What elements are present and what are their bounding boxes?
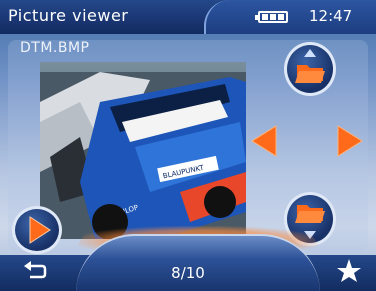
image-counter: 8/10 xyxy=(171,264,205,282)
folder-icon xyxy=(295,49,325,83)
battery-icon xyxy=(255,11,288,23)
race-car-image: BLAUPUNKT DUNLOP xyxy=(40,72,246,239)
next-arrow-icon[interactable] xyxy=(336,124,364,158)
folder-up-button[interactable] xyxy=(284,42,336,96)
play-icon xyxy=(29,216,51,244)
picture-viewer-screen: Picture viewer 12:47 DTM.BMP BLAUPUNKT D… xyxy=(0,0,376,291)
slideshow-play-button[interactable] xyxy=(12,206,62,254)
picture-display[interactable]: BLAUPUNKT DUNLOP xyxy=(40,62,246,239)
back-arrow-icon[interactable] xyxy=(22,260,48,282)
counter-tab xyxy=(76,234,320,291)
favorite-star-icon[interactable] xyxy=(336,258,362,284)
previous-arrow-icon[interactable] xyxy=(250,124,278,158)
clock: 12:47 xyxy=(309,7,353,25)
page-title: Picture viewer xyxy=(8,6,129,25)
file-name: DTM.BMP xyxy=(20,40,90,56)
title-bar: Picture viewer 12:47 xyxy=(0,0,376,34)
